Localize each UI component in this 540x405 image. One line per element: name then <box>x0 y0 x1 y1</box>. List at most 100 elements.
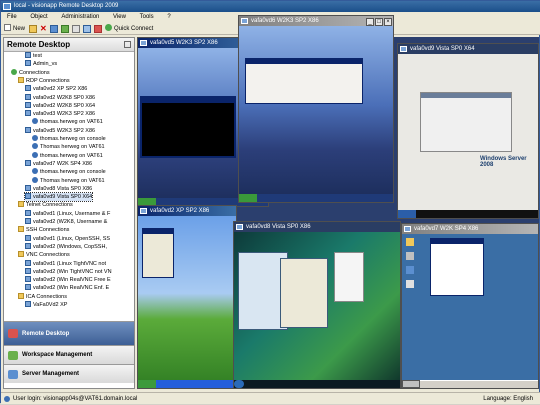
panel-server-management[interactable]: Server Management <box>4 364 134 383</box>
tree-item[interactable]: vafa0vd2 (Win RealVNC Enf. E <box>25 284 109 292</box>
tree-item[interactable]: VaFa0Vd2 XP <box>25 301 67 309</box>
menu-view[interactable]: View <box>107 12 132 23</box>
minimize-icon[interactable]: _ <box>366 18 374 26</box>
start-button[interactable] <box>239 194 257 202</box>
quick-connect-button[interactable]: Quick Connect <box>105 24 153 34</box>
management-console-window[interactable] <box>245 58 363 104</box>
menu-administration[interactable]: Administration <box>55 12 105 23</box>
panel-workspace-management[interactable]: Workspace Management <box>4 345 134 364</box>
tree-item[interactable]: SSH Connections <box>18 226 69 234</box>
menu-object[interactable]: Object <box>24 12 53 23</box>
sidebar-title: Remote Desktop <box>7 40 71 49</box>
session-titlebar: vafa0vd2 XP SP2 X86 <box>138 206 236 216</box>
tree-item[interactable]: vafa0vd2 W2K8 SP0 X64 <box>25 101 95 110</box>
command-prompt-window[interactable] <box>140 96 236 158</box>
tree-item[interactable]: Thomas herweg on VAT61 <box>32 176 105 185</box>
tree-item[interactable]: vafa0vd1 (Linux TightVNC not <box>25 259 107 268</box>
status-bar: User login: visionapp04s@VAT61.domain.lo… <box>1 392 540 404</box>
menu-help[interactable]: ? <box>161 12 176 23</box>
tree-item[interactable]: vafa0vd5 W2K3 SP2 X86 <box>25 126 96 135</box>
panel-remote-desktop[interactable]: Remote Desktop <box>4 321 134 345</box>
explorer-window[interactable] <box>420 92 512 152</box>
tree-item[interactable]: Admin_vs <box>25 60 57 68</box>
toolbar-icon-fullscreen[interactable] <box>94 25 102 33</box>
tree-item-label: vafa0vd5 W2K3 SP2 X86 <box>33 127 96 134</box>
tree-item-label: thomas.herweg on VAT61 <box>40 152 103 159</box>
explorer-titlebar <box>421 93 511 98</box>
session-title: vafa0vd2 XP SP2 X86 <box>150 208 210 214</box>
tree-item[interactable]: VNC Connections <box>18 251 70 259</box>
toolbar-icon-properties[interactable] <box>72 25 80 33</box>
tree-item-label: vafa0vd2 (Win TightVNC not VN <box>33 268 112 275</box>
menu-tools[interactable]: Tools <box>134 12 160 23</box>
tree-item[interactable]: thomas.herweg on VAT61 <box>32 151 103 160</box>
maximize-icon[interactable]: □ <box>375 18 383 26</box>
taskbar <box>239 194 393 202</box>
tree-item[interactable]: RDP Connections <box>18 76 70 85</box>
settings-dialog-window[interactable] <box>280 258 328 328</box>
tree-item-label: vafa0vd3 W2K3 SP2 X86 <box>33 111 96 118</box>
toolbar-icon-disconnect[interactable] <box>61 25 69 33</box>
session-window-vd7[interactable]: vafa0vd7 W2K SP4 X86 <box>401 223 539 389</box>
tree-item-label: Admin_vs <box>33 61 58 68</box>
tree-item[interactable]: vafa0vd2 XP SP2 X86 <box>25 85 87 93</box>
tree-item[interactable]: vafa0vd2 (Win TightVNC not VN <box>25 267 112 276</box>
explorer-panel[interactable] <box>334 252 364 302</box>
tree-item[interactable]: ICA Connections <box>18 292 67 301</box>
tree-item[interactable]: vafa0vd2 (Windows, CopSSH, <box>25 242 107 251</box>
window-icon <box>140 208 147 214</box>
tree-item[interactable]: vafa0vd1 (Linux, OpenSSH, SS <box>25 234 110 243</box>
tree-item[interactable]: test <box>25 52 42 60</box>
tree-item[interactable]: vafa0vd2 (Win RealVNC Free E <box>25 276 111 284</box>
tree-item[interactable]: Connections <box>11 68 50 77</box>
tree-item[interactable]: vafa0vd2 W2K8 SP0 X86 <box>25 93 95 102</box>
session-window-vd8[interactable]: vafa0vd8 Vista SP0 X86 <box>233 221 401 389</box>
network-places-icon[interactable] <box>406 266 414 274</box>
remote-desktop-icon <box>8 329 18 338</box>
new-button[interactable]: New <box>4 24 25 34</box>
calculator-window[interactable] <box>142 228 174 278</box>
start-button[interactable] <box>398 210 416 218</box>
tree-item[interactable]: vafa0vd1 (Linux, Username & F <box>25 209 110 218</box>
tree-item[interactable]: Telnet Connections <box>18 201 73 209</box>
sidebar-header: Remote Desktop <box>4 38 134 52</box>
start-button[interactable] <box>138 380 156 388</box>
desktop-background <box>239 26 393 202</box>
toolbar-icon-split[interactable] <box>83 25 91 33</box>
session-window-vd9[interactable]: vafa0vd9 Vista SP0 X64 Windows Server 20… <box>397 43 539 219</box>
tree-item[interactable]: thomas.herweg on VAT61 <box>32 118 103 126</box>
window-icon <box>236 224 243 230</box>
tree-item[interactable]: thomas.herweg on console <box>32 135 106 143</box>
tree-item-label: vafa0vd1 (Linux TightVNC not <box>33 260 107 267</box>
my-computer-icon[interactable] <box>406 252 414 260</box>
tree-item[interactable]: vafa0vd9 Vista SP0 X64 <box>23 192 94 203</box>
delete-icon[interactable]: ✕ <box>40 24 47 34</box>
tree-item-label: vafa0vd2 (Windows, CopSSH, <box>33 243 107 250</box>
session-titlebar: vafa0vd9 Vista SP0 X64 <box>398 44 538 54</box>
toolbar-icon-connect[interactable] <box>50 25 58 33</box>
toolbar-icon-open[interactable] <box>29 25 37 33</box>
close-icon[interactable]: × <box>384 18 392 26</box>
my-documents-icon[interactable] <box>406 238 414 246</box>
ie-window[interactable] <box>430 238 484 296</box>
pin-icon[interactable] <box>124 41 131 48</box>
start-orb[interactable] <box>234 380 244 388</box>
pc-icon <box>25 101 31 108</box>
pc-icon <box>25 276 31 283</box>
tree-item-label: Thomas herweg on VAT61 <box>40 177 105 184</box>
tree-item-label: test <box>33 53 42 59</box>
recycle-bin-icon[interactable] <box>406 280 414 288</box>
session-window-vd6[interactable]: vafa0vd6 W2K3 SP2 X86 _ □ × <box>238 15 394 203</box>
tree-item[interactable]: vafa0vd2 (W2K8, Username & <box>25 218 107 226</box>
tree-item[interactable]: vafa0vd7 W2K SP4 X86 <box>25 159 92 168</box>
menu-file[interactable]: File <box>1 12 23 23</box>
folder-icon <box>18 76 24 83</box>
taskbar <box>234 380 400 388</box>
tree-item[interactable]: Thomas herweg on VAT61 <box>32 143 105 151</box>
taskbar <box>138 380 236 388</box>
start-button[interactable] <box>402 380 420 388</box>
tree-item[interactable]: vafa0vd8 Vista SP0 X86 <box>25 184 92 193</box>
session-window-vd2[interactable]: vafa0vd2 XP SP2 X86 <box>137 205 237 389</box>
tree-item[interactable]: thomas.herweg on console <box>32 168 106 176</box>
tree-item[interactable]: vafa0vd3 W2K3 SP2 X86 <box>25 110 95 118</box>
